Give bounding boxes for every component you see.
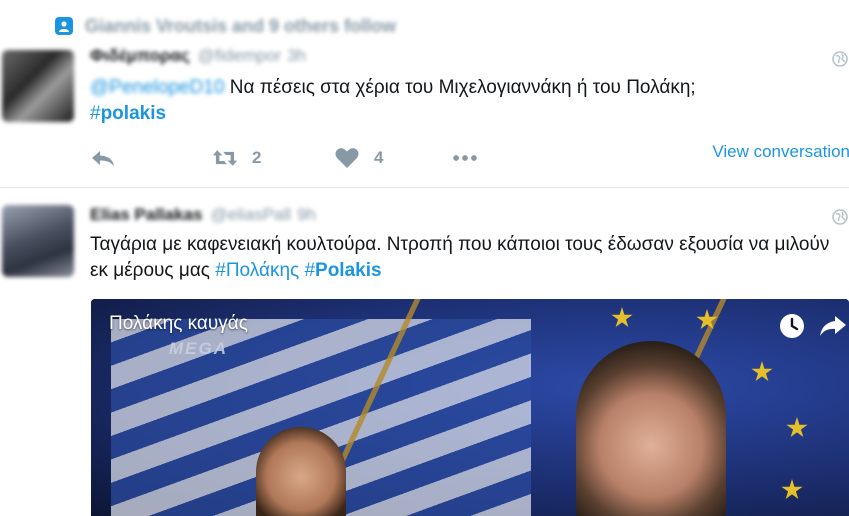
person-icon: [55, 17, 73, 35]
display-name[interactable]: Φιδέμπορας: [90, 46, 190, 66]
tweet-text: Ταγάρια με καφενειακή κουλτούρα. Ντροπή …: [90, 232, 849, 284]
hashtag-symbol: #: [90, 103, 101, 124]
avatar[interactable]: [2, 50, 74, 122]
tweet-body: Ταγάρια με καφενειακή κουλτούρα. Ντροπή …: [90, 234, 830, 281]
retweet-count: 2: [252, 148, 262, 167]
timestamp[interactable]: 9h: [297, 205, 316, 225]
more-button[interactable]: [452, 144, 478, 172]
hashtag-symbol: #: [304, 260, 316, 281]
globe-icon[interactable]: [832, 51, 848, 67]
like-count: 4: [374, 148, 384, 167]
like-button[interactable]: 4: [334, 144, 383, 172]
tweet-divider: [0, 187, 849, 188]
username[interactable]: @eliasPall: [210, 205, 291, 225]
tweet-body: Να πέσεις στα χέρια του Μιχελογιαννάκη ή…: [224, 77, 696, 98]
timestamp[interactable]: 3h: [287, 46, 306, 66]
tweet-actions: 2 4 View conversation: [90, 142, 849, 172]
video-player[interactable]: Πολάκης καυγάς MEGA: [91, 299, 849, 516]
avatar[interactable]: [2, 205, 74, 277]
hashtag-link[interactable]: #polakis: [90, 103, 166, 124]
reply-icon: [92, 151, 114, 166]
retweet-button[interactable]: 2: [212, 144, 261, 172]
video-person: [576, 341, 726, 516]
tweet-header: Elias Pallakas @eliasPall 9h: [90, 205, 316, 225]
video-title[interactable]: Πολάκης καυγάς: [109, 313, 248, 335]
social-context[interactable]: Giannis Vroutsis and 9 others follow: [55, 14, 396, 38]
hashtag-text: Polakis: [315, 260, 382, 281]
retweet-icon: [212, 150, 238, 166]
tweet-header: Φιδέμπορας @fidempor 3h: [90, 46, 306, 66]
mention-link[interactable]: @PenelopeD10: [90, 77, 224, 98]
view-conversation-link[interactable]: View conversation: [712, 142, 849, 162]
video-person: [256, 427, 346, 516]
reply-button[interactable]: [90, 144, 116, 172]
channel-logo: MEGA: [169, 339, 228, 358]
hashtag-link[interactable]: #Polakis: [304, 260, 381, 281]
display-name[interactable]: Elias Pallakas: [90, 205, 202, 225]
clock-icon[interactable]: [779, 313, 805, 339]
heart-icon: [335, 148, 359, 168]
tweet-text: @PenelopeD10 Να πέσεις στα χέρια του Μιχ…: [90, 75, 830, 127]
hashtag-text: polakis: [100, 103, 167, 124]
username[interactable]: @fidempor: [198, 46, 281, 66]
more-icon: [453, 155, 477, 161]
social-context-text: Giannis Vroutsis and 9 others follow: [85, 15, 397, 36]
globe-icon[interactable]: [832, 209, 848, 225]
share-icon[interactable]: [819, 314, 847, 338]
hashtag-link[interactable]: #Πολάκης: [215, 260, 299, 281]
